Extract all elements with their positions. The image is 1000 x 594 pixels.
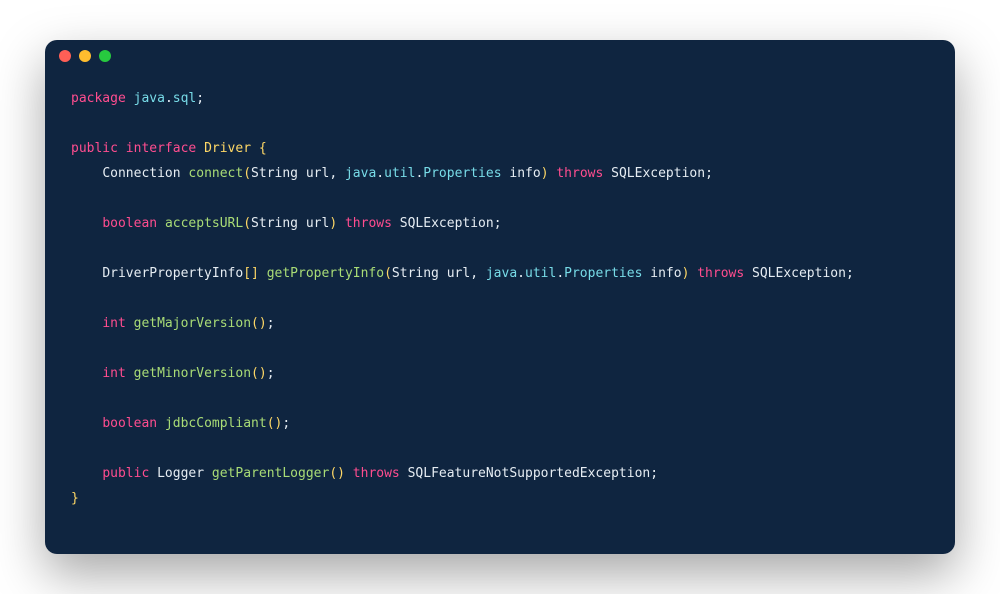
lparen: (	[251, 316, 259, 331]
semicolon: ;	[846, 266, 854, 281]
window-titlebar	[45, 40, 955, 72]
keyword-throws: throws	[353, 466, 400, 481]
semicolon: ;	[650, 466, 658, 481]
pkg-seg: java	[345, 166, 376, 181]
keyword-boolean: boolean	[102, 216, 157, 231]
rparen: )	[337, 466, 345, 481]
param-url: url	[447, 266, 470, 281]
keyword-throws: throws	[345, 216, 392, 231]
type-properties: Properties	[564, 266, 642, 281]
rparen: )	[259, 366, 267, 381]
close-icon[interactable]	[59, 50, 71, 62]
keyword-throws: throws	[697, 266, 744, 281]
code-block: package java.sql; public interface Drive…	[45, 72, 955, 535]
type-driver: Driver	[204, 141, 251, 156]
minimize-icon[interactable]	[79, 50, 91, 62]
fn-getparentlogger: getParentLogger	[212, 466, 329, 481]
lbracket: [	[243, 266, 251, 281]
rparen: )	[541, 166, 549, 181]
lparen: (	[329, 466, 337, 481]
lparen: (	[267, 416, 275, 431]
keyword-throws: throws	[556, 166, 603, 181]
keyword-public: public	[71, 141, 118, 156]
dot: .	[556, 266, 564, 281]
type-properties: Properties	[423, 166, 501, 181]
dot: .	[517, 266, 525, 281]
lparen: (	[384, 266, 392, 281]
param-info: info	[650, 266, 681, 281]
fn-connect: connect	[188, 166, 243, 181]
type-sqlexception: SQLException	[611, 166, 705, 181]
type-logger: Logger	[157, 466, 204, 481]
rparen: )	[682, 266, 690, 281]
semicolon: ;	[267, 316, 275, 331]
lparen: (	[243, 216, 251, 231]
keyword-int: int	[102, 316, 125, 331]
keyword-boolean: boolean	[102, 416, 157, 431]
code-window: package java.sql; public interface Drive…	[45, 40, 955, 554]
lparen: (	[251, 366, 259, 381]
fn-acceptsurl: acceptsURL	[165, 216, 243, 231]
keyword-int: int	[102, 366, 125, 381]
lbrace: {	[259, 141, 267, 156]
rbracket: ]	[251, 266, 259, 281]
dot: .	[165, 91, 173, 106]
keyword-package: package	[71, 91, 126, 106]
semicolon: ;	[494, 216, 502, 231]
type-string: String	[392, 266, 439, 281]
rparen: )	[329, 216, 337, 231]
semicolon: ;	[705, 166, 713, 181]
fn-getmajorversion: getMajorVersion	[134, 316, 251, 331]
comma: ,	[470, 266, 478, 281]
zoom-icon[interactable]	[99, 50, 111, 62]
keyword-public: public	[102, 466, 149, 481]
fn-getpropertyinfo: getPropertyInfo	[267, 266, 384, 281]
semicolon: ;	[196, 91, 204, 106]
pkg-seg: java	[134, 91, 165, 106]
semicolon: ;	[282, 416, 290, 431]
pkg-seg: util	[384, 166, 415, 181]
type-sqlfeaturenotsupported: SQLFeatureNotSupportedException	[408, 466, 651, 481]
pkg-seg: sql	[173, 91, 196, 106]
rparen: )	[259, 316, 267, 331]
keyword-interface: interface	[126, 141, 196, 156]
param-url: url	[306, 166, 329, 181]
rbrace: }	[71, 491, 79, 506]
param-info: info	[509, 166, 540, 181]
type-string: String	[251, 216, 298, 231]
type-string: String	[251, 166, 298, 181]
pkg-seg: util	[525, 266, 556, 281]
pkg-seg: java	[486, 266, 517, 281]
fn-getminorversion: getMinorVersion	[134, 366, 251, 381]
type-connection: Connection	[102, 166, 180, 181]
type-driverpropinfo: DriverPropertyInfo	[102, 266, 243, 281]
comma: ,	[329, 166, 337, 181]
type-sqlexception: SQLException	[400, 216, 494, 231]
param-url: url	[306, 216, 329, 231]
type-sqlexception: SQLException	[752, 266, 846, 281]
lparen: (	[243, 166, 251, 181]
fn-jdbccompliant: jdbcCompliant	[165, 416, 267, 431]
dot: .	[376, 166, 384, 181]
semicolon: ;	[267, 366, 275, 381]
